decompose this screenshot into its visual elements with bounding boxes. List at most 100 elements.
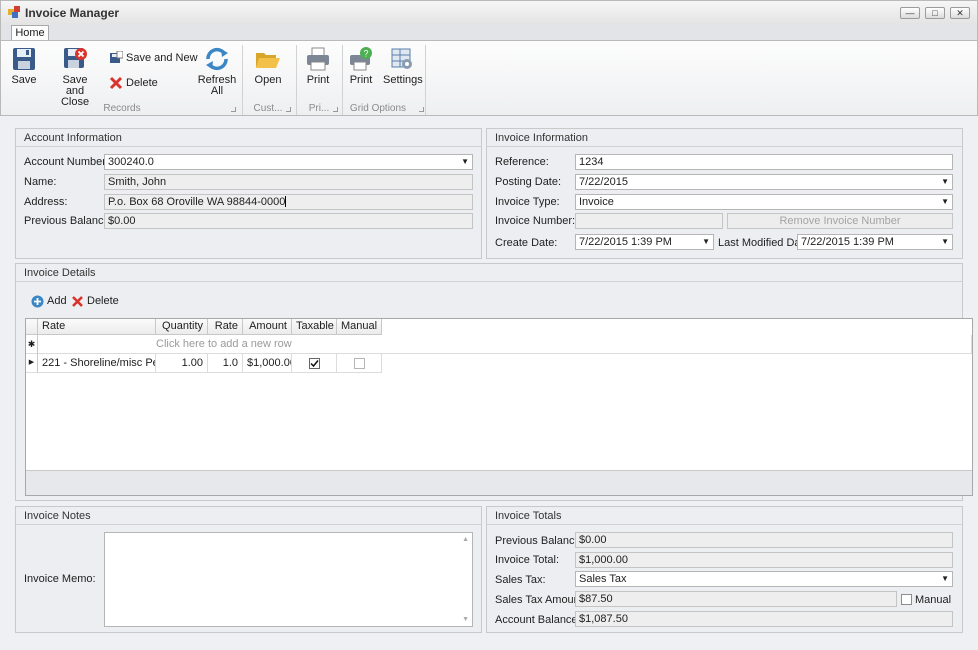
address-field[interactable]: P.o. Box 68 Oroville WA 98844-0000 (104, 194, 473, 210)
delete-line-label: Delete (87, 295, 119, 307)
ribbon-separator (425, 45, 426, 115)
manual-checkbox[interactable] (901, 594, 912, 605)
settings-button[interactable]: Settings (383, 47, 423, 86)
checkbox-checked-icon[interactable] (309, 358, 320, 369)
settings-label: Settings (383, 74, 423, 86)
maximize-button[interactable]: □ (925, 7, 945, 19)
save-close-icon (64, 48, 87, 68)
account-balance-label: Account Balance: (495, 614, 581, 626)
row-rate-2-cell[interactable]: 1.0 (208, 354, 243, 373)
grid-print-label: Print (349, 74, 373, 86)
column-header-amount[interactable]: Amount (243, 319, 292, 335)
last-modified-date-picker[interactable]: 7/22/2015 1:39 PM ▼ (797, 234, 953, 250)
dropdown-arrow-icon: ▼ (702, 237, 710, 246)
row-taxable-cell[interactable] (292, 354, 337, 373)
delete-line-button[interactable]: Delete (71, 294, 119, 308)
previous-balance-label: Previous Balance: (24, 215, 113, 227)
add-line-button[interactable]: Add (31, 294, 67, 308)
print-label: Print (306, 74, 330, 86)
invoice-number-field (575, 213, 723, 229)
records-launcher-icon[interactable] (231, 107, 236, 112)
refresh-all-button[interactable]: Refresh All (197, 47, 237, 97)
current-row-arrow-icon: ▶ (26, 354, 38, 373)
column-header-rate-2[interactable]: Rate (208, 319, 243, 335)
new-row-indicator-icon: ✱ (26, 335, 38, 354)
scroll-down-icon[interactable]: ▼ (462, 616, 469, 623)
window-title: Invoice Manager (25, 6, 120, 20)
account-number-label: Account Number: (24, 156, 109, 168)
delete-x-icon (109, 77, 123, 90)
invoice-memo-label: Invoice Memo: (24, 573, 96, 585)
row-amount-cell[interactable]: $1,000.00 (243, 354, 292, 373)
save-and-new-button[interactable]: Save and New (109, 50, 198, 65)
close-button[interactable]: ✕ (950, 7, 970, 19)
remove-invoice-number-button[interactable]: Remove Invoice Number (727, 213, 953, 229)
dropdown-arrow-icon: ▼ (941, 197, 949, 206)
column-header-taxable[interactable]: Taxable (292, 319, 337, 335)
previous-balance-field: $0.00 (104, 213, 473, 229)
open-button[interactable]: Open (251, 47, 285, 86)
invoice-memo-textarea[interactable]: ▲ ▼ (104, 532, 473, 627)
invoice-notes-header: Invoice Notes (16, 507, 481, 525)
create-date-picker[interactable]: 7/22/2015 1:39 PM ▼ (575, 234, 714, 250)
invoice-number-label: Invoice Number: (495, 215, 576, 227)
save-button[interactable]: Save (7, 47, 41, 86)
column-header-rate[interactable]: Rate (38, 319, 156, 335)
save-and-close-button[interactable]: Save and Close (53, 47, 97, 108)
name-field[interactable]: Smith, John (104, 174, 473, 190)
address-value: P.o. Box 68 Oroville WA 98844-0000 (108, 196, 286, 208)
grid-footer (26, 470, 972, 495)
grid-options-launcher-icon[interactable] (419, 107, 424, 112)
app-icon (8, 6, 20, 18)
svg-text:?: ? (364, 49, 369, 59)
invoice-type-value: Invoice (579, 196, 614, 208)
grid-print-icon: ? (350, 47, 372, 71)
invoice-details-header: Invoice Details (16, 264, 962, 282)
sales-tax-amount-label: Sales Tax Amount: (495, 594, 586, 606)
row-rate-cell[interactable]: 221 - Shoreline/misc Permits (38, 354, 156, 373)
custom-launcher-icon[interactable] (286, 107, 291, 112)
posting-date-value: 7/22/2015 (579, 176, 628, 188)
delete-label: Delete (126, 77, 158, 89)
posting-date-picker[interactable]: 7/22/2015 ▼ (575, 174, 953, 190)
reference-field[interactable]: 1234 (575, 154, 953, 170)
settings-icon (391, 48, 412, 69)
folder-open-icon (256, 53, 280, 68)
grid-print-button[interactable]: ? Print (346, 47, 376, 86)
dropdown-arrow-icon: ▼ (461, 157, 469, 166)
add-label: Add (47, 295, 67, 307)
column-header-quantity[interactable]: Quantity (156, 319, 208, 335)
invoice-type-label: Invoice Type: (495, 196, 560, 208)
row-quantity-cell[interactable]: 1.00 (156, 354, 208, 373)
totals-previous-balance-field: $0.00 (575, 532, 953, 548)
scroll-up-icon[interactable]: ▲ (462, 536, 469, 543)
row-manual-cell[interactable] (337, 354, 382, 373)
title-bar: Invoice Manager — □ ✕ (0, 0, 978, 24)
invoice-details-panel: Invoice Details Add Delete Rate Quantity… (15, 263, 973, 501)
account-information-panel: Account Information Account Number: 3002… (15, 128, 482, 259)
print-button[interactable]: Print (303, 47, 333, 86)
invoice-type-dropdown[interactable]: Invoice ▼ (575, 194, 953, 210)
dropdown-arrow-icon: ▼ (941, 574, 949, 583)
print-launcher-icon[interactable] (333, 107, 338, 112)
checkbox-unchecked-icon[interactable] (354, 358, 365, 369)
delete-button[interactable]: Delete (109, 76, 158, 90)
sales-tax-dropdown[interactable]: Sales Tax ▼ (575, 571, 953, 587)
refresh-icon (206, 47, 228, 71)
new-row-placeholder[interactable]: Click here to add a new row (38, 335, 972, 354)
add-circle-icon (31, 295, 44, 308)
save-and-new-label: Save and New (126, 52, 198, 64)
address-label: Address: (24, 196, 68, 208)
account-number-dropdown[interactable]: 300240.0 ▼ (104, 154, 473, 170)
invoice-total-label: Invoice Total: (495, 554, 560, 566)
create-date-value: 7/22/2015 1:39 PM (579, 236, 672, 248)
manual-label: Manual (915, 594, 952, 606)
account-number-value: 300240.0 (108, 156, 154, 168)
column-header-manual[interactable]: Manual (337, 319, 382, 335)
refresh-label-2: All (210, 85, 224, 97)
minimize-button[interactable]: — (900, 7, 920, 19)
text-caret (285, 196, 287, 207)
save-label: Save (11, 74, 37, 86)
dropdown-arrow-icon: ▼ (941, 237, 949, 246)
dropdown-arrow-icon: ▼ (941, 177, 949, 186)
